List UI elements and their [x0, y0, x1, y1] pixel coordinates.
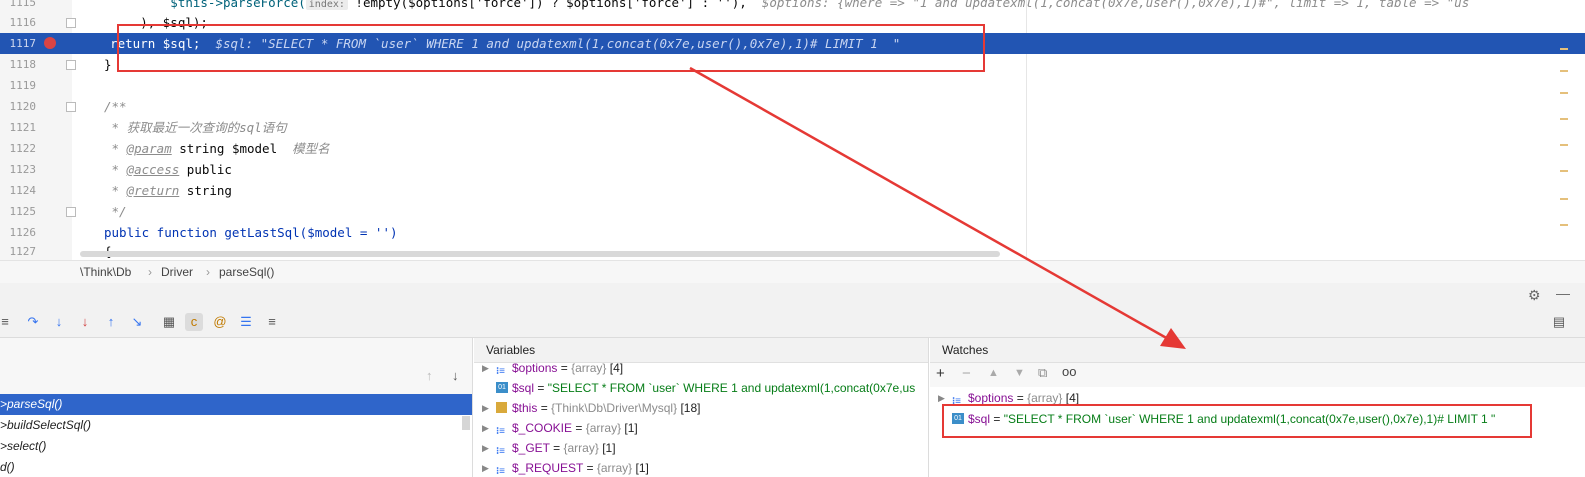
annotation-arrow: [689, 66, 1186, 349]
